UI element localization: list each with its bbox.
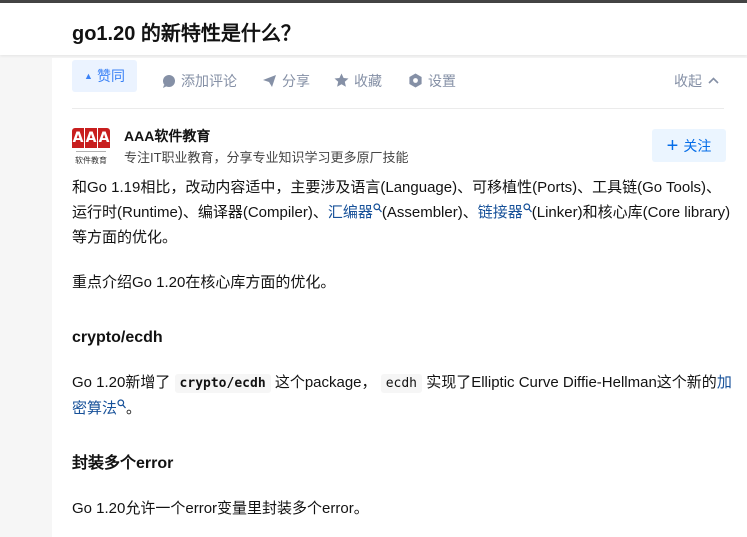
follow-button[interactable]: + 关注 [652, 129, 726, 162]
search-icon [117, 399, 127, 409]
share-label: 分享 [282, 72, 310, 89]
paper-plane-icon [263, 74, 276, 87]
author-name[interactable]: AAA软件教育 [124, 126, 210, 146]
inline-code: crypto/ecdh [174, 374, 271, 393]
settings-label: 设置 [428, 72, 456, 89]
answer-card: ▲ 赞同 添加评论 分享 收藏 设置 收起 AAA —————— 软件教育 AA… [52, 58, 747, 537]
comment-label: 添加评论 [181, 72, 237, 89]
paragraph: Go 1.20新增了 crypto/ecdh 这个package， ecdh 实… [72, 374, 732, 417]
search-icon [373, 203, 382, 213]
triangle-up-icon: ▲ [84, 71, 93, 81]
settings-button[interactable]: 设置 [408, 69, 456, 92]
search-icon [523, 203, 532, 213]
favorite-button[interactable]: 收藏 [334, 69, 382, 92]
inline-code: ecdh [380, 374, 423, 393]
question-title[interactable]: go1.20 的新特性是什么？ [72, 17, 301, 46]
plus-icon: + [666, 134, 679, 157]
link-linker[interactable]: 链接器 [478, 204, 523, 221]
section-heading: crypto/ecdh [72, 329, 163, 346]
question-header: go1.20 的新特性是什么？ [0, 3, 747, 55]
chevron-up-icon [708, 77, 719, 84]
author-headline: 专注IT职业教育，分享专业知识学习更多原厂技能 [124, 150, 409, 165]
link-assembler[interactable]: 汇编器 [328, 204, 373, 221]
share-button[interactable]: 分享 [262, 69, 310, 92]
author-info: AAA —————— 软件教育 AAA软件教育 专注IT职业教育，分享专业知识学… [72, 126, 726, 172]
answer-content: 和Go 1.19相比，改动内容适中，主要涉及语言(Language)、可移植性(… [72, 175, 732, 521]
vote-label: 赞同 [96, 68, 125, 84]
section-heading: 封装多个error [72, 455, 174, 472]
comment-icon [163, 74, 175, 88]
paragraph: 重点介绍Go 1.20在核心库方面的优化。 [72, 274, 336, 291]
collapse-label: 收起 [674, 72, 702, 89]
follow-label: 关注 [683, 137, 712, 154]
avatar-logo: AAA [72, 128, 110, 148]
author-avatar[interactable]: AAA —————— 软件教育 [72, 128, 110, 166]
paragraph: 和Go 1.19相比，改动内容适中，主要涉及语言(Language)、可移植性(… [72, 179, 731, 246]
gear-icon [409, 73, 422, 88]
favorite-label: 收藏 [354, 72, 382, 89]
vote-button[interactable]: ▲ 赞同 [72, 60, 137, 92]
action-bar: ▲ 赞同 添加评论 分享 收藏 设置 收起 [72, 58, 724, 109]
collapse-button[interactable]: 收起 [674, 69, 719, 92]
star-icon [334, 73, 349, 87]
paragraph: Go 1.20允许一个error变量里封装多个error。 [72, 500, 369, 517]
comment-button[interactable]: 添加评论 [162, 69, 237, 92]
avatar-caption: 软件教育 [75, 156, 107, 165]
